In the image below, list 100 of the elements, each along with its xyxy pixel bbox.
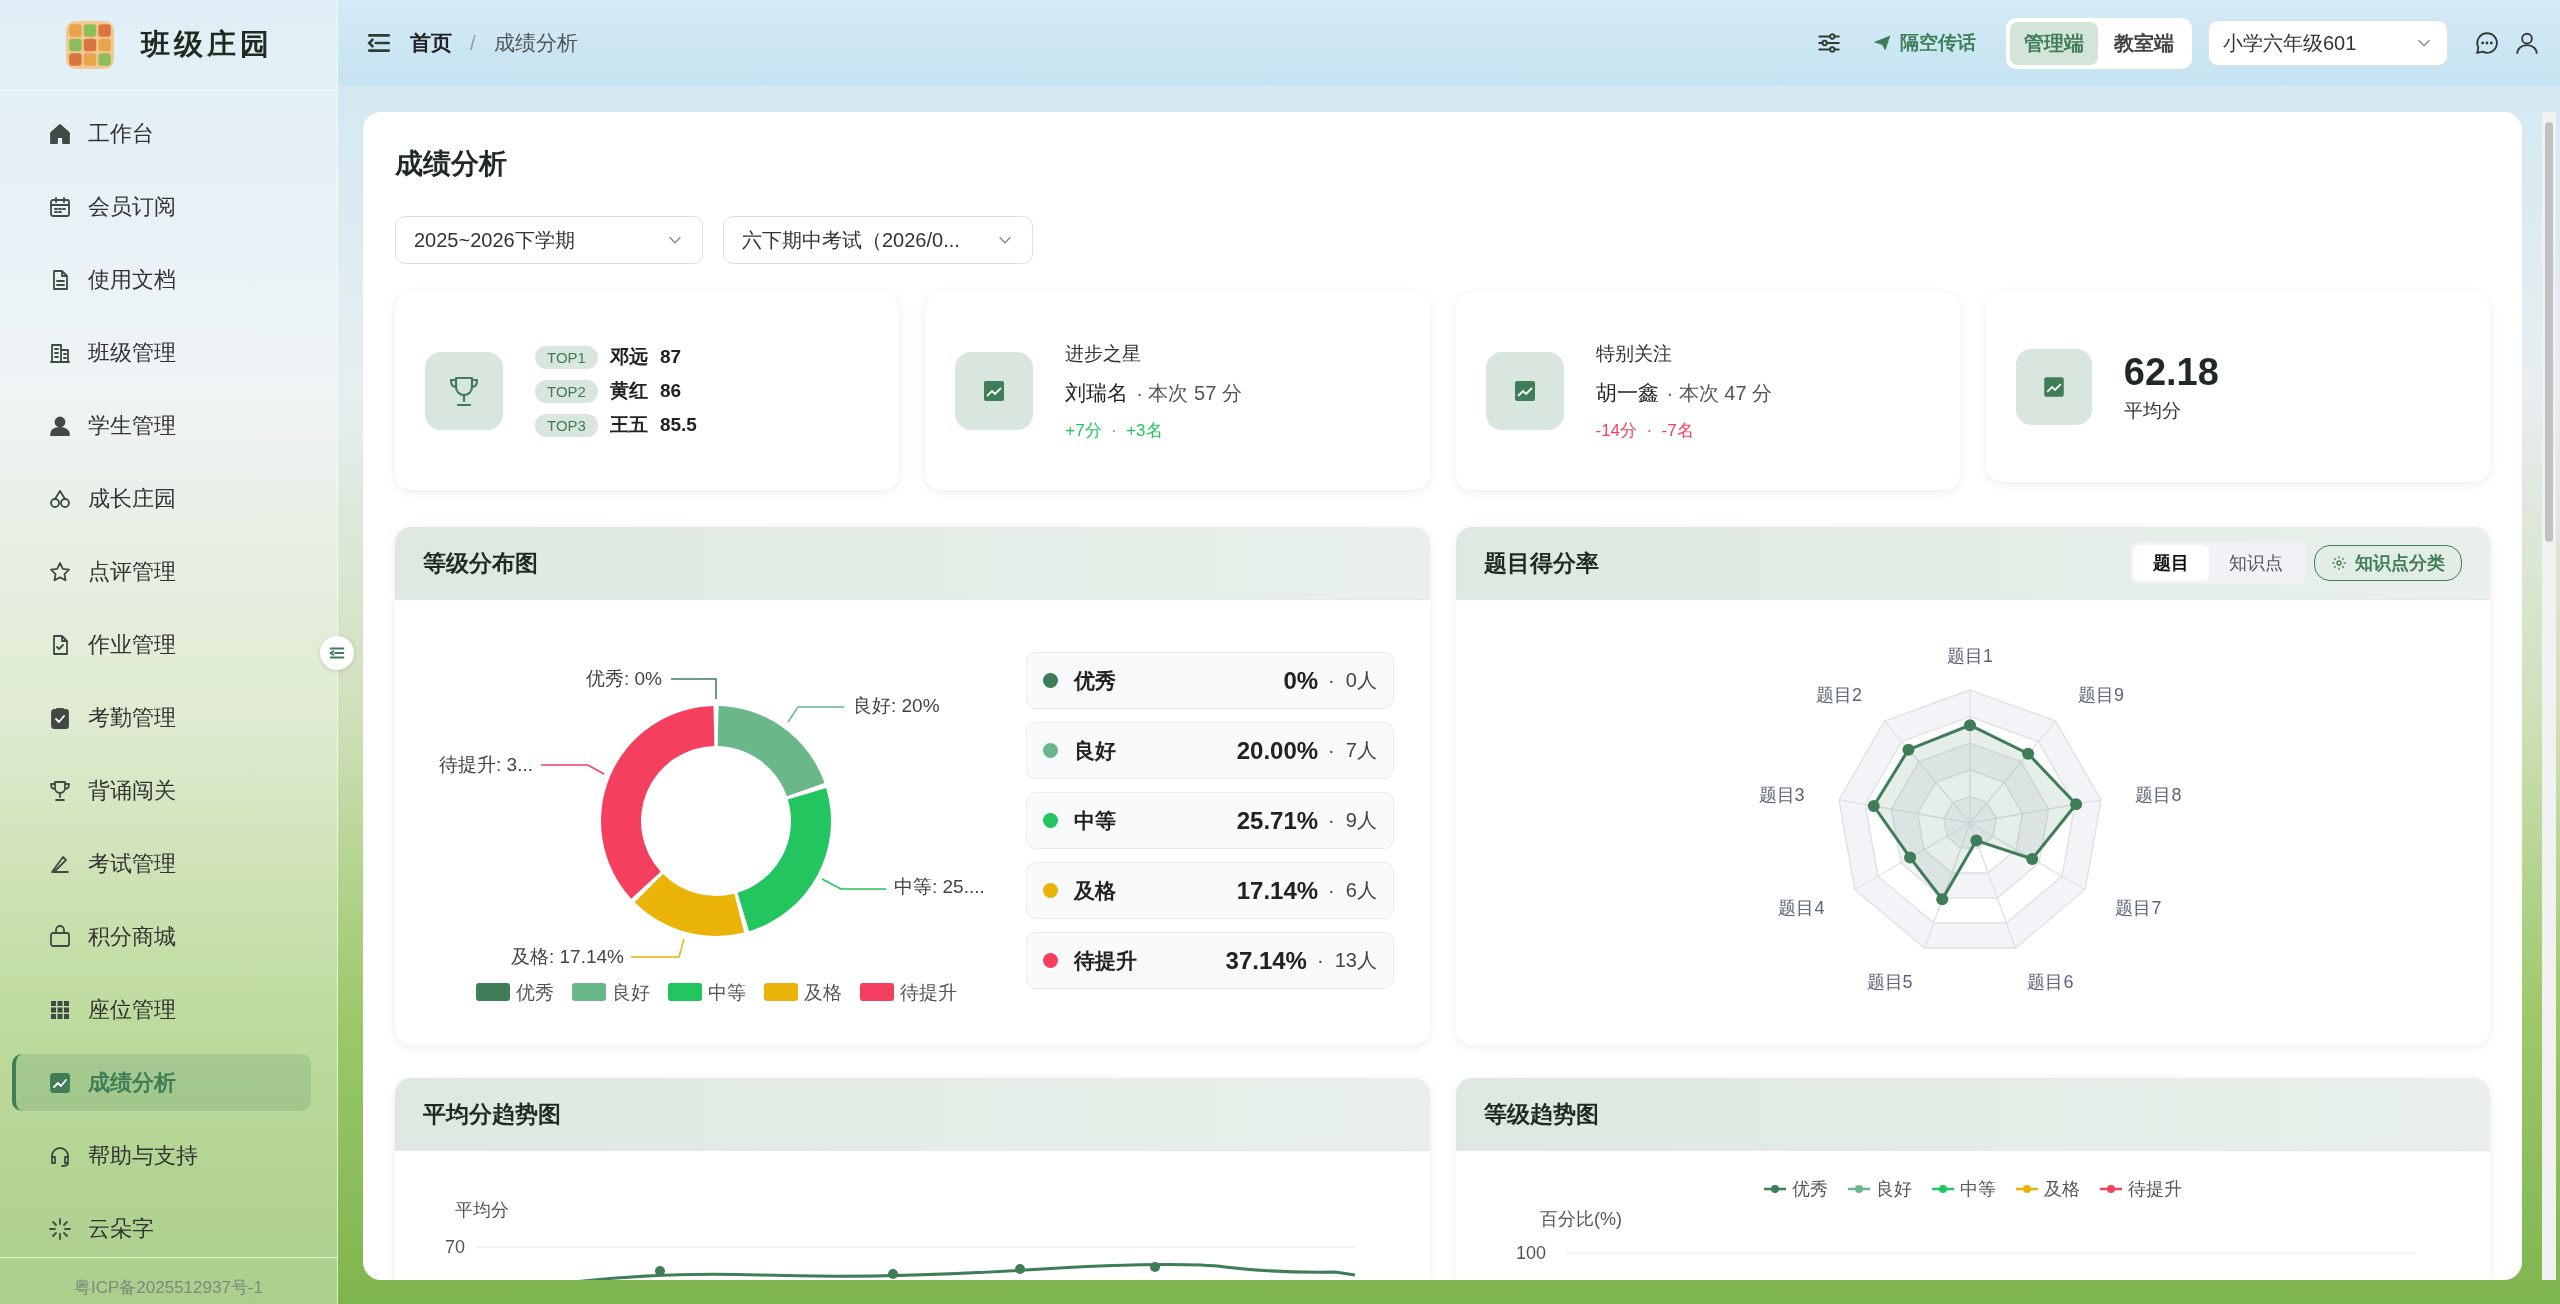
grade-percent: 17.14% — [1236, 876, 1319, 905]
sidebar-item[interactable]: 工作台 — [12, 105, 311, 162]
student-name: 刘瑞名 — [1065, 379, 1129, 406]
card-title: 进步之星 — [1065, 341, 1143, 366]
legend-swatch[interactable] — [764, 983, 798, 1001]
bag-icon — [48, 924, 72, 949]
chart-icon — [2015, 349, 2092, 425]
legend-label[interactable]: 良好 — [612, 982, 650, 1003]
average-label: 平均分 — [2123, 398, 2182, 423]
rank-badge: TOP3 — [535, 413, 598, 437]
score-value: 87 — [659, 346, 682, 368]
logo-icon — [64, 20, 115, 70]
view-tab[interactable]: 知识点 — [2209, 545, 2303, 581]
axis-label: 题目4 — [1778, 898, 1824, 918]
axis-label: 题目9 — [2077, 685, 2124, 706]
student-count: · 0人 — [1328, 668, 1377, 693]
score-change: -14分 · -7名 — [1595, 419, 1695, 442]
gear-icon — [2331, 555, 2347, 571]
student-count: · 13人 — [1316, 948, 1377, 973]
filter-select[interactable]: 2025~2026下学期 — [395, 216, 703, 264]
score-detail: · 本次 47 分 — [1666, 380, 1773, 406]
student-name: 王五 — [609, 413, 648, 437]
send-icon — [1872, 33, 1892, 53]
classify-button[interactable]: 知识点分类 — [2314, 545, 2462, 581]
sidebar-item[interactable]: 考勤管理 — [12, 689, 311, 746]
legend-label[interactable]: 待提升 — [900, 982, 957, 1003]
legend-swatch[interactable] — [860, 983, 894, 1001]
filter-select[interactable]: 六下期中考试（2026/0... — [723, 216, 1033, 264]
sidebar-item[interactable]: 帮助与支持 — [12, 1127, 311, 1184]
grade-name: 优秀 — [1074, 667, 1117, 694]
breadcrumb-current: 成绩分析 — [493, 30, 578, 56]
mode-tab[interactable]: 管理端 — [2010, 21, 2098, 65]
sidebar-item[interactable]: 考试管理 — [12, 835, 311, 892]
axis-label: 题目6 — [2026, 971, 2073, 992]
sidebar-item[interactable]: 使用文档 — [12, 251, 311, 308]
sidebar-item[interactable]: 点评管理 — [12, 543, 311, 600]
sidebar-item[interactable]: 班级管理 — [12, 324, 311, 381]
sidebar-item[interactable]: 成长庄园 — [12, 470, 311, 527]
sidebar-item[interactable]: 座位管理 — [12, 981, 311, 1038]
axis-label: 题目8 — [2134, 784, 2181, 805]
legend-item[interactable]: 及格 — [2015, 1177, 2080, 1201]
tick-label: 70 — [444, 1237, 465, 1257]
score-change: +7分 · +3名 — [1065, 419, 1164, 442]
grade-name: 待提升 — [1074, 947, 1138, 974]
star-icon — [48, 559, 72, 584]
sidebar-item[interactable]: 积分商城 — [12, 908, 311, 965]
legend-item[interactable]: 待提升 — [2099, 1177, 2182, 1201]
sidebar-item[interactable]: 会员订阅 — [12, 178, 311, 235]
sparkle-icon — [48, 1216, 72, 1241]
leader-line — [670, 678, 717, 700]
broadcast-button[interactable]: 隔空传话 — [1862, 24, 1986, 62]
sidebar-item[interactable]: 背诵闯关 — [12, 762, 311, 819]
slice-label: 优秀: 0% — [585, 668, 662, 689]
sidebar-item[interactable]: 学生管理 — [12, 397, 311, 454]
brand-name: 班级庄园 — [140, 27, 273, 62]
leader-line — [540, 764, 605, 775]
slice-label: 待提升: 3... — [439, 754, 533, 775]
legend-label[interactable]: 优秀 — [516, 982, 554, 1003]
chat-icon[interactable] — [2474, 30, 2500, 56]
axis-label: 题目5 — [1866, 971, 1913, 992]
legend-label[interactable]: 及格 — [804, 982, 842, 1003]
breadcrumb-link[interactable]: 首页 — [410, 29, 452, 57]
grade-name: 良好 — [1074, 737, 1117, 764]
chart-icon — [1485, 352, 1564, 430]
legend-item[interactable]: 优秀 — [1763, 1177, 1828, 1201]
legend-swatch[interactable] — [668, 983, 702, 1001]
sidebar-item[interactable]: 云朵字 — [12, 1200, 311, 1257]
slice-label: 及格: 17.14% — [511, 946, 624, 967]
student-count: · 6人 — [1328, 878, 1377, 903]
class-select[interactable]: 小学六年级601 — [2208, 20, 2448, 66]
home-icon — [48, 121, 72, 146]
score-value: 85.5 — [659, 414, 697, 436]
grade-percent: 25.71% — [1236, 806, 1319, 835]
grade-percent: 0% — [1283, 666, 1319, 695]
scrollbar[interactable] — [2542, 112, 2556, 1280]
legend-swatch[interactable] — [572, 983, 606, 1001]
chart-icon — [48, 1070, 72, 1095]
mode-tab[interactable]: 教室端 — [2100, 21, 2188, 65]
rank-badge: TOP2 — [535, 379, 598, 403]
sliders-icon[interactable] — [1816, 30, 1842, 56]
clipboard-icon — [48, 705, 72, 730]
legend-label[interactable]: 中等 — [708, 982, 746, 1003]
sidebar-item[interactable]: 作业管理 — [12, 616, 311, 673]
view-tab[interactable]: 题目 — [2133, 545, 2209, 581]
card-title: 平均分趋势图 — [423, 1099, 561, 1129]
student-name: 邓远 — [609, 345, 648, 369]
axis-label: 题目1 — [1946, 646, 1993, 666]
legend-item[interactable]: 良好 — [1847, 1177, 1912, 1201]
axis-label: 题目7 — [2115, 898, 2161, 918]
legend-item[interactable]: 中等 — [1931, 1177, 1996, 1201]
card-title: 特别关注 — [1595, 341, 1673, 366]
grade-name: 中等 — [1074, 807, 1117, 834]
scrollbar-thumb[interactable] — [2545, 122, 2553, 542]
student-name: 胡一鑫 — [1595, 379, 1659, 406]
leader-line — [821, 878, 887, 890]
legend-swatch[interactable] — [476, 983, 510, 1001]
user-icon[interactable] — [2514, 30, 2540, 56]
axis-label: 题目3 — [1758, 784, 1805, 805]
card-title: 等级趋势图 — [1483, 1099, 1599, 1129]
student-count: · 7人 — [1328, 738, 1377, 763]
